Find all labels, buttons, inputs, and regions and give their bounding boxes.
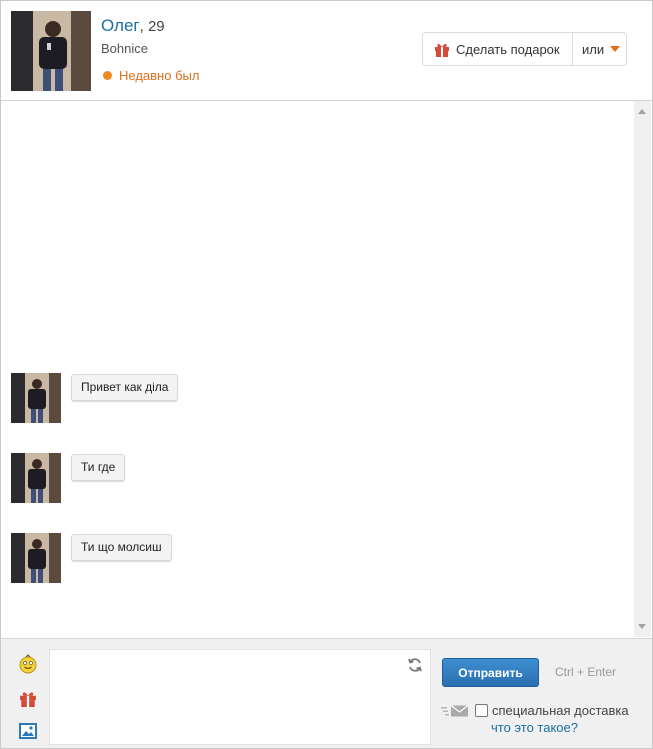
what-is-this-link[interactable]: что это такое? [491, 720, 578, 735]
refresh-icon[interactable] [406, 656, 424, 674]
shortcut-hint: Ctrl + Enter [555, 665, 617, 679]
special-delivery-checkbox[interactable] [475, 704, 488, 717]
smiley-button[interactable] [17, 653, 39, 675]
special-delivery-label: специальная доставка [492, 703, 629, 718]
smiley-icon [19, 654, 37, 674]
profile-age: , 29 [139, 18, 165, 35]
message-composer: Отправить Ctrl + Enter специальная доста… [1, 638, 652, 748]
status-text: Недавно был [119, 68, 200, 83]
message-input[interactable] [49, 649, 431, 745]
message-item: Ти що молсиш [11, 533, 172, 583]
scroll-up-icon[interactable] [638, 109, 646, 114]
image-icon [19, 723, 37, 739]
gift-icon [435, 43, 449, 57]
send-button[interactable]: Отправить [442, 658, 539, 687]
message-avatar[interactable] [11, 533, 61, 583]
chat-window: Олег, 29 Bohnice Недавно был Сделать под… [0, 0, 653, 749]
message-item: Привет как діла [11, 373, 179, 423]
message-bubble: Ти що молсиш [71, 534, 172, 561]
message-scrollbar[interactable] [634, 101, 651, 637]
make-gift-button[interactable]: Сделать подарок [423, 33, 573, 65]
message-bubble: Привет как діла [71, 374, 179, 401]
more-options-button[interactable]: или [573, 33, 621, 65]
message-bubble: Ти где [71, 454, 126, 481]
special-delivery: специальная доставка [441, 703, 629, 718]
profile-avatar[interactable] [11, 11, 91, 91]
message-avatar[interactable] [11, 373, 61, 423]
message-list[interactable]: Привет как діла Ти где Ти що молсиш [1, 101, 634, 637]
chevron-down-icon [610, 46, 621, 52]
header-actions: Сделать подарок или [422, 32, 627, 66]
profile-city: Bohnice [101, 41, 148, 56]
make-gift-label: Сделать подарок [456, 41, 560, 57]
online-status: Недавно был [103, 68, 199, 83]
attach-image-button[interactable] [17, 720, 39, 742]
gift-button[interactable] [17, 687, 39, 709]
status-dot-icon [103, 71, 112, 80]
chat-header: Олег, 29 Bohnice Недавно был Сделать под… [1, 1, 652, 101]
gift-icon [20, 692, 36, 707]
profile-name-row: Олег, 29 [101, 16, 165, 36]
profile-name[interactable]: Олег [101, 16, 140, 35]
express-mail-icon [441, 704, 469, 716]
message-item: Ти где [11, 453, 126, 503]
scroll-down-icon[interactable] [638, 624, 646, 629]
more-options-label: или [582, 41, 605, 57]
message-avatar[interactable] [11, 453, 61, 503]
